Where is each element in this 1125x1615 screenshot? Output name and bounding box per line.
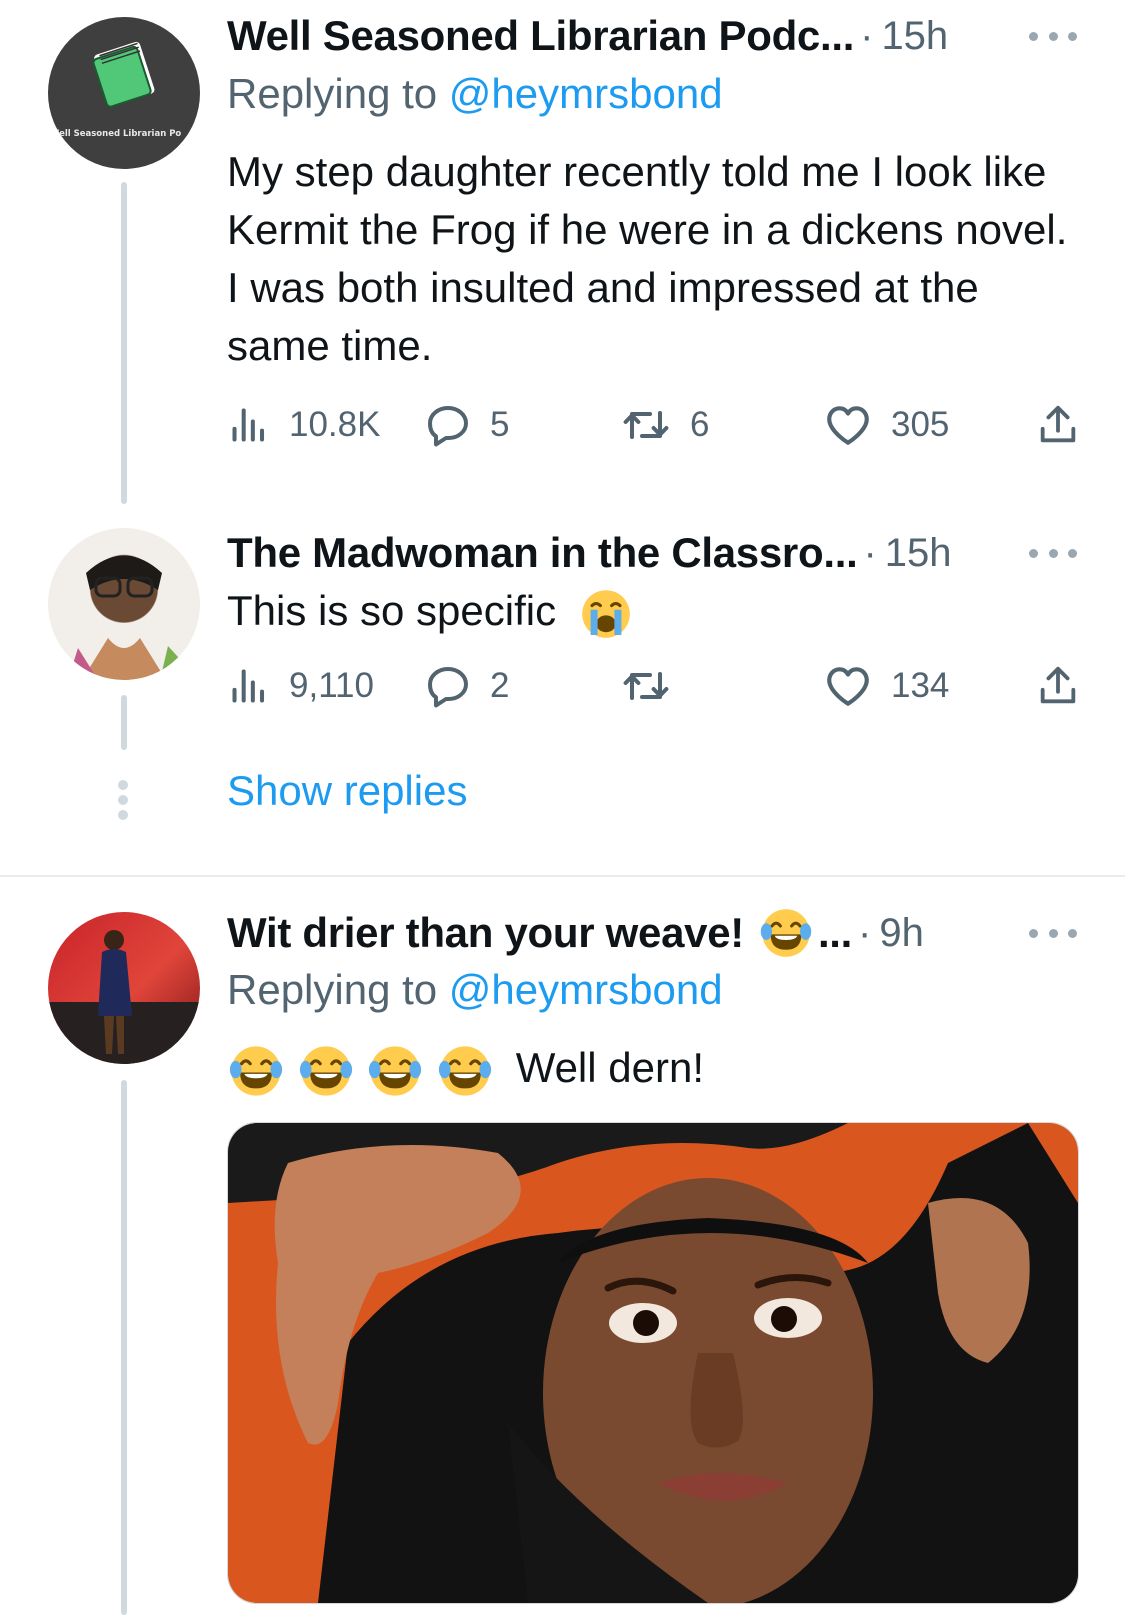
avatar-label: Well Seasoned Librarian Po — [50, 129, 181, 139]
avatar[interactable] — [48, 912, 200, 1064]
share-icon — [1035, 402, 1081, 448]
like-count: 134 — [891, 666, 950, 705]
tweet-text-row: Well dern! — [227, 1037, 1087, 1100]
tweet-media[interactable] — [227, 1122, 1079, 1604]
book-icon: Well Seasoned Librarian Po — [50, 41, 181, 139]
views-count: 9,110 — [289, 666, 374, 705]
display-name[interactable]: Well Seasoned Librarian Podc... — [227, 12, 854, 60]
thread-line — [121, 695, 127, 750]
action-bar: 9,110 2 134 — [227, 656, 1087, 716]
avatar[interactable]: Well Seasoned Librarian Po — [48, 17, 200, 169]
replying-to-label: Replying to — [227, 70, 438, 117]
laughing-emoji-icon — [758, 905, 814, 961]
like-icon — [823, 400, 873, 450]
retweet-button[interactable]: 6 — [620, 395, 709, 455]
reply-count: 2 — [490, 666, 510, 705]
tweet-2[interactable]: The Madwoman in the Classro... · 15h Thi… — [0, 505, 1125, 875]
avatar-person-icon — [48, 930, 200, 1064]
more-icon[interactable] — [1029, 923, 1077, 943]
reply-button[interactable]: 2 — [424, 656, 509, 716]
more-icon[interactable] — [1029, 26, 1077, 46]
timestamp[interactable]: 15h — [885, 531, 952, 576]
thread-dots-icon — [116, 780, 130, 820]
tweet-text-row: This is so specific — [227, 581, 1087, 642]
laughing-emoji-icon — [227, 1042, 285, 1100]
crying-emoji-icon — [578, 586, 634, 642]
tweet-text: This is so specific — [227, 587, 557, 634]
display-name[interactable]: Wit drier than your weave! — [227, 909, 744, 957]
laughing-emoji-icon — [297, 1042, 355, 1100]
views-icon — [227, 403, 271, 447]
share-button[interactable] — [1035, 395, 1081, 455]
like-count: 305 — [891, 405, 950, 444]
tweet-header: The Madwoman in the Classro... · 15h — [227, 523, 1105, 583]
tweet-text: Well dern! — [515, 1044, 704, 1091]
share-button[interactable] — [1035, 656, 1081, 716]
laughing-emoji-icon — [436, 1042, 494, 1100]
tweet-header: Wit drier than your weave! ... · 9h — [227, 903, 1105, 963]
more-icon[interactable] — [1029, 543, 1077, 563]
tweet-text: My step daughter recently told me I look… — [227, 148, 1068, 369]
display-name[interactable]: The Madwoman in the Classro... — [227, 529, 858, 577]
thread-line — [121, 1080, 127, 1615]
separator: · — [858, 910, 872, 955]
views-button[interactable]: 10.8K — [227, 395, 380, 455]
reply-count: 5 — [490, 405, 510, 444]
separator: · — [863, 530, 877, 575]
views-button[interactable]: 9,110 — [227, 656, 374, 716]
laughing-emoji-icon — [366, 1042, 424, 1100]
media-image — [228, 1123, 1078, 1603]
like-button[interactable]: 134 — [823, 656, 949, 716]
action-bar: 10.8K 5 6 305 — [227, 395, 1087, 455]
like-icon — [823, 661, 873, 711]
tweet-1[interactable]: Well Seasoned Librarian Po Well Seasoned… — [0, 0, 1125, 505]
retweet-icon — [620, 401, 672, 449]
replying-to-label: Replying to — [227, 966, 438, 1013]
display-name-ellipsis: ... — [817, 909, 853, 956]
reply-button[interactable]: 5 — [424, 395, 509, 455]
replying-to: Replying to @heymrsbond — [227, 70, 723, 118]
share-icon — [1035, 663, 1081, 709]
retweet-count: 6 — [690, 405, 710, 444]
retweet-button[interactable] — [620, 656, 690, 716]
timestamp[interactable]: 15h — [881, 14, 948, 59]
avatar-glasses-icon — [68, 555, 188, 680]
reply-handle-link[interactable]: @heymrsbond — [449, 70, 723, 117]
views-count: 10.8K — [289, 405, 381, 444]
show-replies-link[interactable]: Show replies — [227, 767, 467, 815]
timestamp[interactable]: 9h — [879, 911, 924, 956]
thread-line — [121, 182, 127, 504]
replying-to: Replying to @heymrsbond — [227, 966, 723, 1014]
retweet-icon — [620, 662, 672, 710]
reply-handle-link[interactable]: @heymrsbond — [449, 966, 723, 1013]
reply-icon — [424, 401, 472, 449]
like-button[interactable]: 305 — [823, 395, 949, 455]
separator: · — [860, 13, 874, 58]
views-icon — [227, 664, 271, 708]
avatar[interactable] — [48, 528, 200, 680]
tweet-header: Well Seasoned Librarian Podc... · 15h — [227, 6, 1105, 66]
reply-icon — [424, 662, 472, 710]
